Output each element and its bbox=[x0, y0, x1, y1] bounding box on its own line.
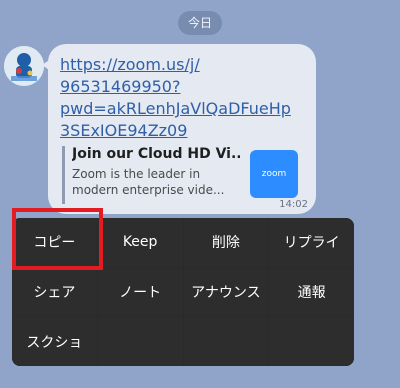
preview-description: Zoom is the leader in modern enterprise … bbox=[72, 167, 225, 197]
menu-empty-cell bbox=[97, 317, 183, 366]
reply-menu-item[interactable]: リプライ bbox=[269, 218, 354, 267]
share-menu-item[interactable]: シェア bbox=[12, 267, 97, 317]
preview-title: Join our Cloud HD Vi... bbox=[72, 146, 240, 162]
message-time: 14:02 bbox=[279, 199, 308, 210]
zoom-thumbnail: zoom bbox=[250, 150, 298, 198]
message-tail bbox=[42, 58, 52, 72]
date-separator: 今日 bbox=[178, 11, 222, 35]
menu-empty-cell bbox=[183, 317, 269, 366]
meeting-link[interactable]: https://zoom.us/j/ 96531469950? pwd=akRL… bbox=[60, 54, 300, 142]
copy-highlight bbox=[12, 208, 103, 270]
profile-photo-icon[interactable] bbox=[4, 46, 44, 86]
link-preview[interactable]: Join our Cloud HD Vi... Zoom is the lead… bbox=[62, 146, 312, 204]
announce-menu-item[interactable]: アナウンス bbox=[183, 267, 269, 317]
zoom-logo-text: zoom bbox=[261, 169, 287, 179]
delete-menu-item[interactable]: 削除 bbox=[183, 218, 269, 267]
message-bubble[interactable]: https://zoom.us/j/ 96531469950? pwd=akRL… bbox=[42, 44, 316, 214]
keep-menu-item[interactable]: Keep bbox=[97, 218, 183, 267]
note-menu-item[interactable]: ノート bbox=[97, 267, 183, 317]
preview-accent-bar bbox=[62, 146, 65, 204]
screenshot-menu-item[interactable]: スクショ bbox=[12, 317, 97, 366]
menu-empty-cell bbox=[269, 317, 354, 366]
report-menu-item[interactable]: 通報 bbox=[269, 267, 354, 317]
